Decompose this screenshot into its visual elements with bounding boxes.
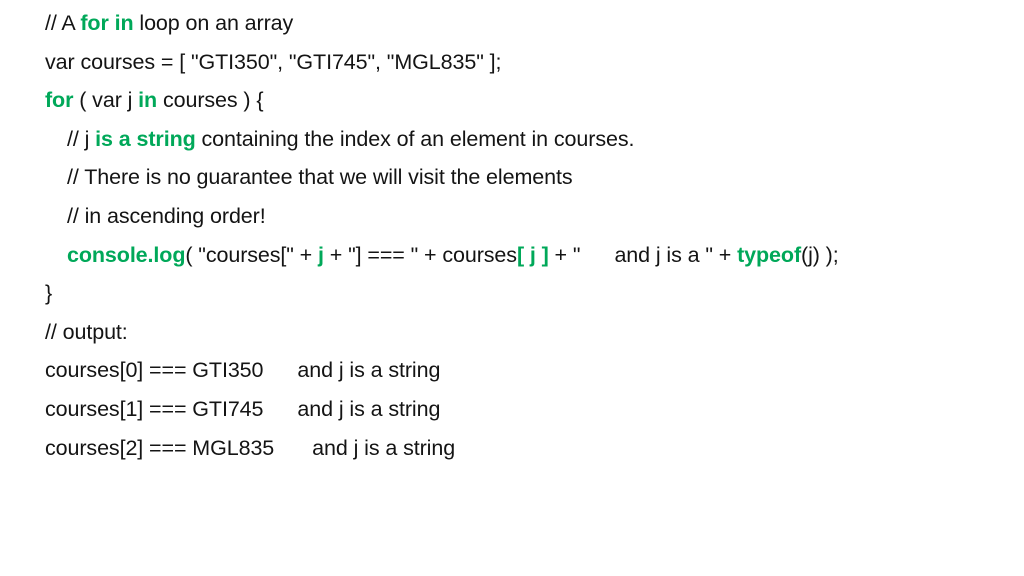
code-text: (j) ); — [801, 242, 839, 267]
line-comment-ascending: // in ascending order! — [0, 197, 1024, 236]
code-text: } — [45, 281, 53, 306]
code-text: ( var j — [73, 88, 139, 113]
code-keyword: in — [138, 88, 158, 113]
line-comment-output: // output: — [0, 313, 1024, 352]
code-text: // in ascending order! — [67, 203, 266, 228]
code-keyword: typeof — [737, 242, 802, 267]
code-text: containing the index of an element in co… — [195, 126, 635, 151]
code-text: and j is a string — [297, 396, 441, 421]
code-text: // There is no guarantee that we will vi… — [67, 165, 573, 190]
code-text: // output: — [45, 319, 128, 344]
line-console-log: console.log( "courses[" + j + "] === " +… — [0, 236, 1024, 275]
code-text: courses[0] === GTI350 — [45, 358, 264, 383]
code-text: + "] === " + courses — [323, 242, 517, 267]
code-text: + " — [548, 242, 581, 267]
line-comment-intro: // A for in loop on an array — [0, 4, 1024, 43]
code-keyword: for in — [80, 11, 134, 35]
code-text: // j — [67, 126, 96, 151]
code-text: and j is a " + — [614, 242, 738, 267]
code-text: courses[1] === GTI745 — [45, 396, 264, 421]
line-var-courses: var courses = [ "GTI350", "GTI745", "MGL… — [0, 43, 1024, 82]
code-keyword: is a string — [95, 126, 196, 151]
line-comment-no-guarantee: // There is no guarantee that we will vi… — [0, 158, 1024, 197]
code-text: loop on an array — [133, 11, 294, 35]
code-keyword: [ j ] — [516, 242, 549, 267]
line-output-0: courses[0] === GTI350 and j is a string — [0, 351, 1024, 390]
line-for-header: for ( var j in courses ) { — [0, 81, 1024, 120]
code-text: courses ) { — [157, 88, 264, 113]
line-output-1: courses[1] === GTI745 and j is a string — [0, 390, 1024, 429]
code-text: courses[2] === MGL835 — [45, 435, 275, 460]
code-text: ( "courses[" + — [185, 242, 319, 267]
line-output-2: courses[2] === MGL835 and j is a string — [0, 429, 1024, 468]
code-listing-slide: // A for in loop on an array var courses … — [0, 0, 1024, 576]
code-keyword: for — [45, 88, 74, 113]
code-text: var courses = [ "GTI350", "GTI745", "MGL… — [45, 49, 502, 74]
code-text: // A — [45, 11, 81, 35]
line-comment-j-is-string: // j is a string containing the index of… — [0, 120, 1024, 159]
code-text: and j is a string — [312, 435, 456, 460]
code-text: and j is a string — [297, 358, 441, 383]
line-close-brace: } — [0, 274, 1024, 313]
code-keyword: console.log — [67, 242, 186, 267]
